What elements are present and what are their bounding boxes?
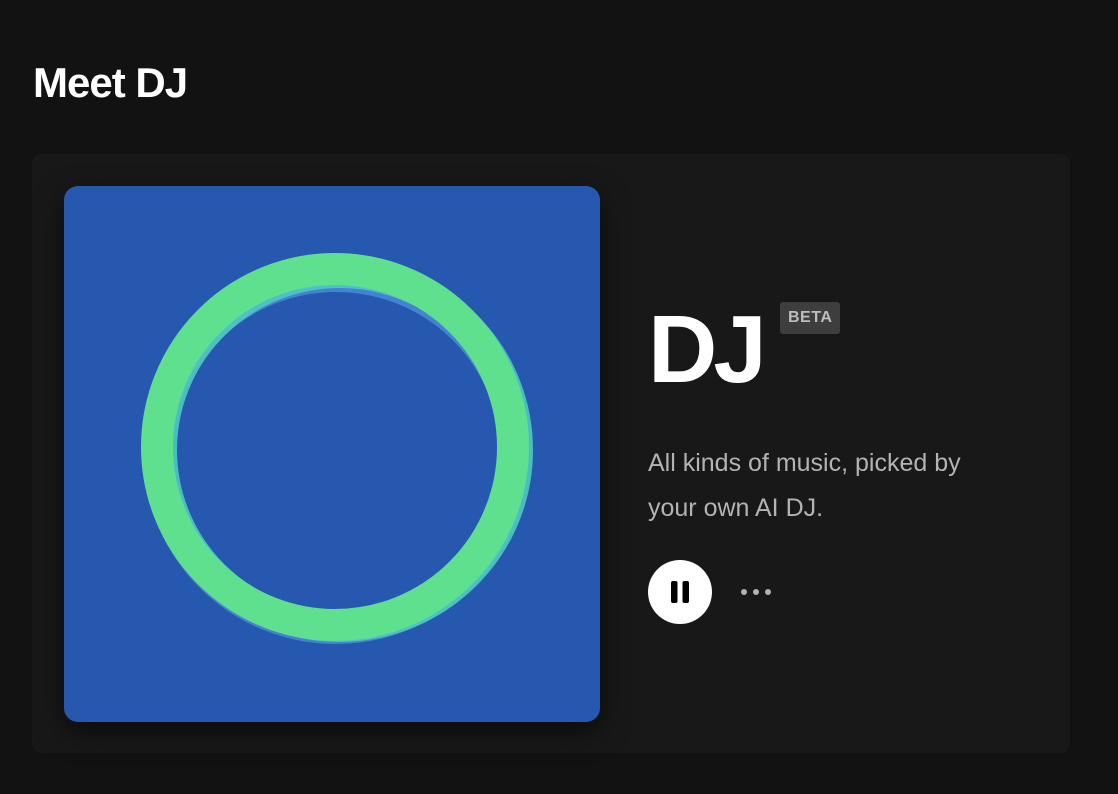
pause-button[interactable] [648,560,712,624]
dj-description: All kinds of music, picked by your own A… [648,449,961,522]
more-options-icon [741,589,771,595]
more-options-button[interactable] [736,578,776,606]
dj-ring-graphic [64,186,600,722]
section-title[interactable]: Meet DJ [33,58,188,108]
dj-card[interactable]: DJ BETA All kinds of music, picked by yo… [32,154,1070,753]
pause-icon [671,581,689,603]
dj-title[interactable]: DJ [648,300,767,400]
dj-artwork [64,186,600,722]
dj-info: DJ BETA All kinds of music, picked by yo… [648,300,1048,624]
playback-controls [648,560,848,624]
beta-badge: BETA [780,302,841,334]
